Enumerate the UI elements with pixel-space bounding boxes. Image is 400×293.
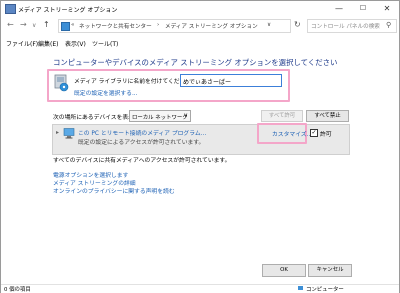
device-subtitle: 既定の設定によるアクセスが許可されています。: [78, 140, 205, 146]
menu-tools[interactable]: ツール(T): [92, 39, 118, 48]
allow-checkbox[interactable]: ✓: [310, 129, 318, 137]
block-all-button[interactable]: すべて禁止: [306, 110, 349, 122]
status-location: コンピューター: [306, 287, 344, 293]
chevron-down-icon: ∨: [183, 112, 188, 119]
item-count: 0 個の項目: [4, 287, 31, 293]
navigation-bar: ← → ∨ ↑ « ネットワークと共有センター › メディア ストリーミング オ…: [1, 17, 399, 33]
library-name-input[interactable]: めでぃあさーばー: [180, 74, 282, 87]
window-title: メディア ストリーミング オプション: [18, 7, 118, 14]
menu-view[interactable]: 表示(V): [65, 39, 86, 48]
address-bar[interactable]: « ネットワークと共有センター › メディア ストリーミング オプション ∨: [58, 19, 291, 33]
media-library-icon: [54, 74, 69, 92]
title-bar: メディア ストリーミング オプション — ☐ ✕: [1, 1, 399, 16]
allow-all-button[interactable]: すべて許可: [261, 110, 303, 122]
show-devices-label: 次の場所にあるデバイスを表示:: [53, 115, 136, 121]
expand-arrow-icon[interactable]: ▸: [56, 129, 59, 136]
breadcrumb-network-sharing-center[interactable]: ネットワークと共有センター: [79, 22, 152, 30]
computer-icon: [298, 286, 303, 290]
main-window: メディア ストリーミング オプション — ☐ ✕ ← → ∨ ↑ « ネットワー…: [0, 0, 400, 293]
network-select-value: ローカル ネットワーク: [132, 115, 188, 121]
forward-arrow-icon[interactable]: →: [20, 20, 27, 29]
library-name-label: メディア ライブラリに名前を付けてください:: [74, 79, 194, 85]
default-settings-link[interactable]: 既定の設定を選択する...: [74, 88, 138, 97]
menu-bar: ファイル(F) 編集(E) 表示(V) ツール(T): [1, 37, 399, 48]
address-dropdown-icon[interactable]: ∨: [267, 22, 271, 28]
customize-link[interactable]: カスタマイズ...: [272, 129, 312, 138]
device-title-link[interactable]: この PC とリモート接続のメディア プログラム...: [78, 128, 206, 137]
recent-dropdown-icon[interactable]: ∨: [32, 22, 36, 29]
menu-edit[interactable]: 編集(E): [38, 39, 58, 48]
search-input[interactable]: コントロール パネルの検索 ⚲: [307, 19, 397, 33]
up-arrow-icon[interactable]: ↑: [43, 20, 50, 29]
pc-icon: [63, 128, 75, 139]
breadcrumb-media-streaming-options[interactable]: メディア ストリーミング オプション: [165, 22, 258, 30]
control-panel-icon: [61, 22, 70, 31]
allow-label: 許可: [320, 132, 332, 138]
status-bar: 0 個の項目 コンピューター: [1, 284, 399, 293]
menu-file[interactable]: ファイル(F): [6, 39, 38, 48]
library-name-value: めでぃあさーばー: [183, 79, 232, 86]
media-streaming-icon: [5, 4, 16, 14]
page-heading: コンピューターやデバイスのメディア ストリーミング オプションを選択してください: [53, 58, 338, 67]
close-button[interactable]: ✕: [375, 1, 399, 16]
minimize-button[interactable]: —: [327, 1, 351, 16]
search-placeholder: コントロール パネルの検索: [311, 24, 380, 30]
back-arrow-icon[interactable]: ←: [7, 20, 14, 29]
refresh-icon[interactable]: ↻: [294, 20, 301, 29]
ok-button[interactable]: OK: [262, 264, 306, 277]
breadcrumb-root[interactable]: «: [71, 22, 74, 28]
privacy-statement-link[interactable]: オンラインのプライバシーに関する声明を読む: [53, 186, 175, 195]
breadcrumb-separator: ›: [157, 22, 160, 28]
search-icon[interactable]: ⚲: [386, 21, 391, 29]
main-content: コンピューターやデバイスのメディア ストリーミング オプションを選択してください…: [1, 49, 399, 284]
maximize-button[interactable]: ☐: [351, 1, 375, 16]
network-select[interactable]: ローカル ネットワーク ∨: [129, 110, 191, 122]
all-devices-status: すべてのデバイスに共有メディアへのアクセスが許可されています。: [53, 158, 231, 164]
cancel-button[interactable]: キャンセル: [308, 264, 352, 277]
